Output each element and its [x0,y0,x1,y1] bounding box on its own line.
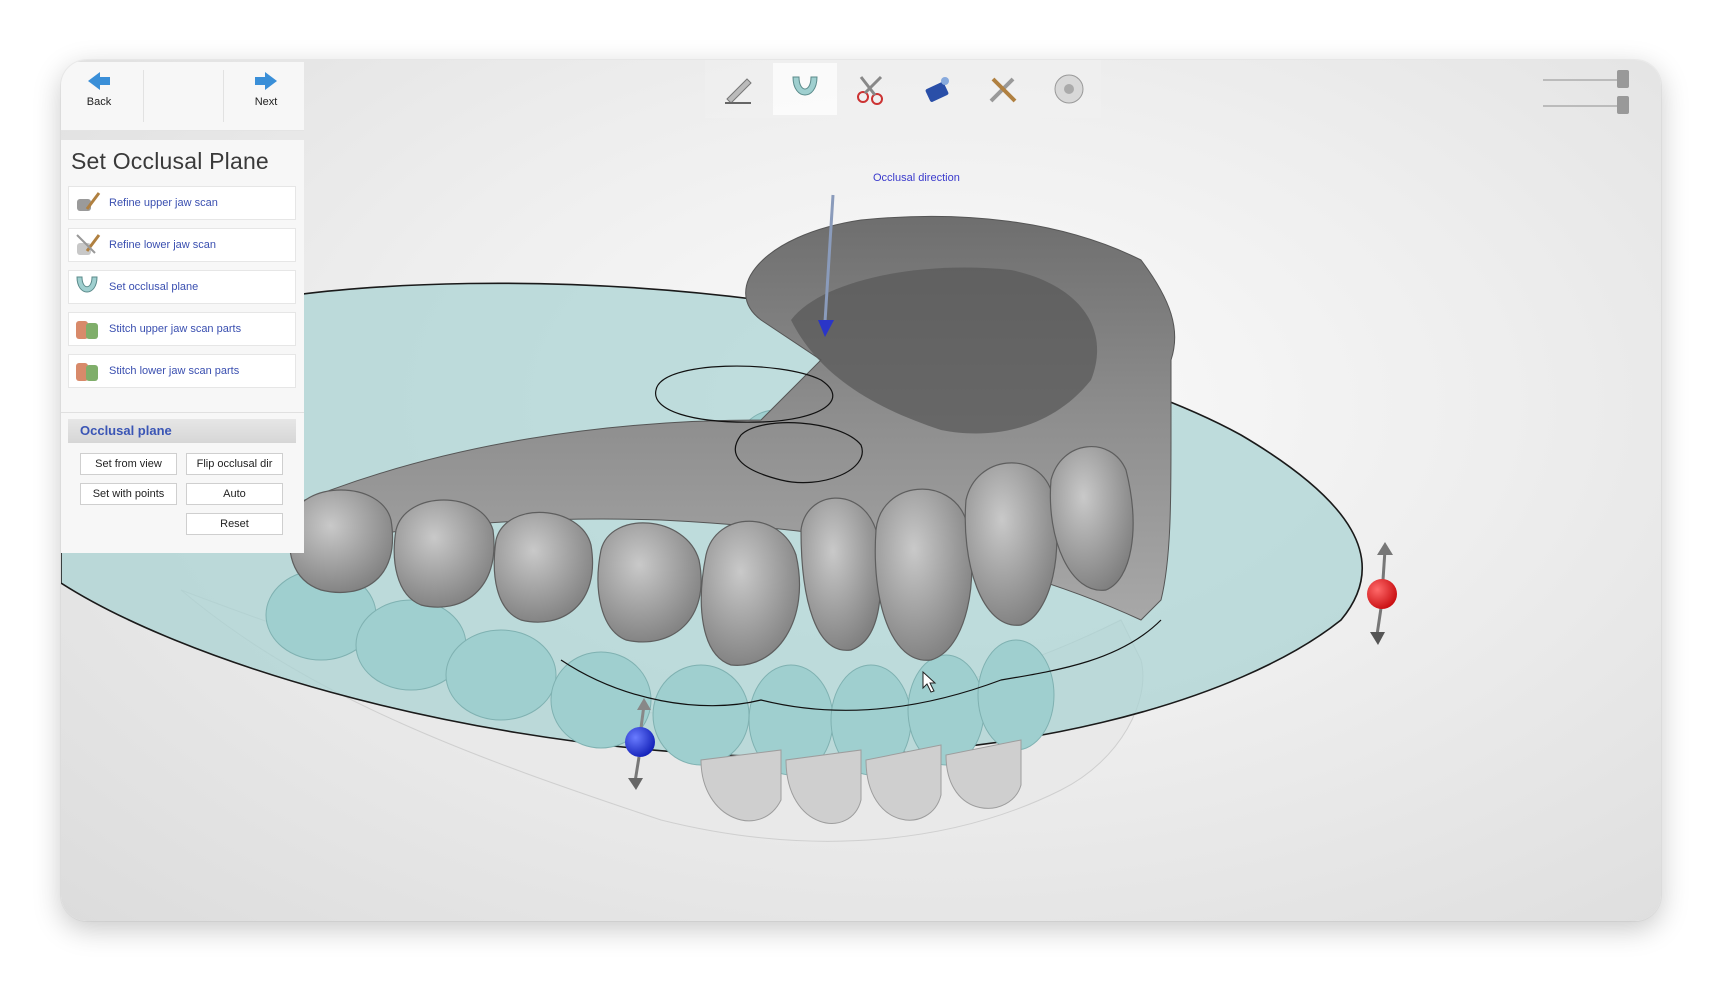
step-stitch-upper[interactable]: Stitch upper jaw scan parts [68,312,296,346]
step-refine-lower[interactable]: Refine lower jaw scan [68,228,296,262]
stitch-lower-icon [71,355,103,387]
arch-icon[interactable] [773,63,837,115]
back-label: Back [86,96,112,108]
back-button[interactable]: Back [69,72,129,124]
step-label: Set occlusal plane [109,281,199,293]
page-title: Set Occlusal Plane [71,148,269,174]
pen-icon[interactable] [707,63,771,115]
step-list: Refine upper jaw scan Refine lower jaw s… [68,186,296,396]
flip-occlusal-dir-button[interactable]: Flip occlusal dir [186,453,283,475]
step-label: Stitch lower jaw scan parts [109,365,240,377]
next-arrow-icon [255,72,277,90]
red-plane-handle[interactable] [1367,542,1397,645]
step-stitch-lower[interactable]: Stitch lower jaw scan parts [68,354,296,388]
step-refine-upper[interactable]: Refine upper jaw scan [68,186,296,220]
workflow-toolbar [705,60,1101,118]
occlusal-plane-header: Occlusal plane [68,419,296,443]
next-button[interactable]: Next [236,72,296,124]
tools-icon[interactable] [971,63,1035,115]
nav-divider [143,70,144,122]
occlusal-plane-panel: Occlusal plane Set from view Flip occlus… [61,412,304,553]
refine-upper-icon [71,187,103,219]
navigation-bar: Back Next [61,62,304,131]
step-set-occlusal-plane[interactable]: Set occlusal plane [68,270,296,304]
step-label: Refine lower jaw scan [109,239,216,251]
next-label: Next [254,96,278,108]
nav-divider [223,70,224,122]
view-slider-control[interactable] [1541,66,1631,116]
occlusal-plane-icon [71,271,103,303]
set-with-points-button[interactable]: Set with points [80,483,177,505]
refine-lower-icon [71,229,103,261]
auto-button[interactable]: Auto [186,483,283,505]
scissors-icon[interactable] [839,63,903,115]
step-label: Stitch upper jaw scan parts [109,323,242,335]
back-arrow-icon [88,72,110,90]
scanner-icon[interactable] [905,63,969,115]
step-label: Refine upper jaw scan [109,197,218,209]
stitch-upper-icon [71,313,103,345]
set-from-view-button[interactable]: Set from view [80,453,177,475]
disc-icon[interactable] [1037,63,1101,115]
reset-button[interactable]: Reset [186,513,283,535]
occlusal-direction-label: Occlusal direction [873,172,960,184]
app-window: Occlusal direction Back Next Set Occlusa… [61,60,1661,921]
